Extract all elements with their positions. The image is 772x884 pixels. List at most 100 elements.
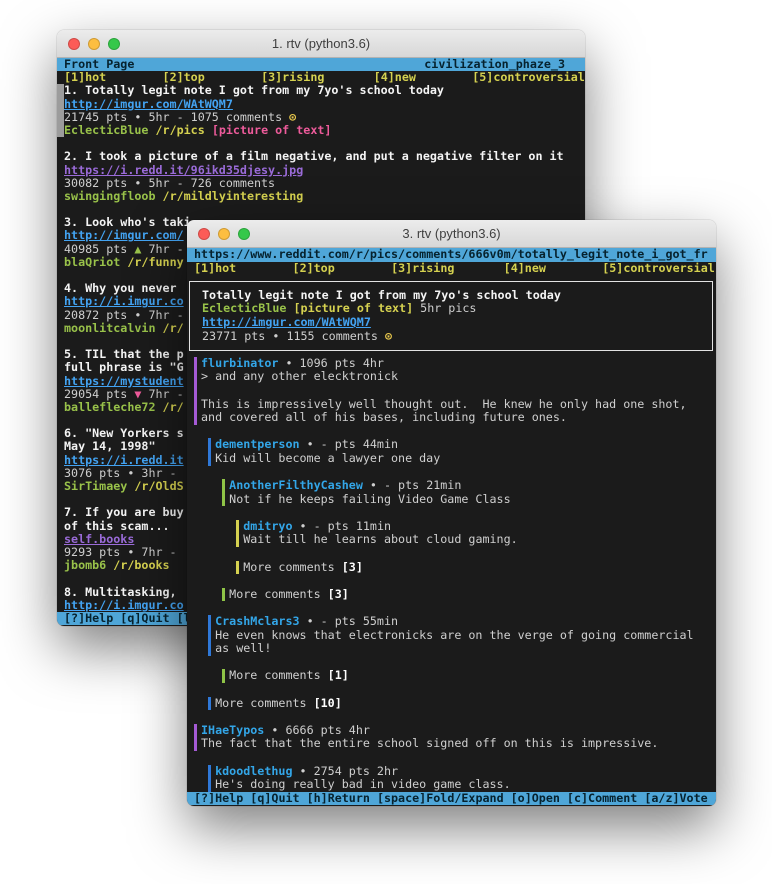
comment-text: He even knows that electronicks are on t…	[215, 629, 693, 643]
text	[194, 615, 208, 629]
titlebar[interactable]: 1. rtv (python3.6)	[57, 30, 585, 58]
post-subreddit[interactable]: /r/	[163, 401, 184, 414]
submission-stats: 23771 pts • 1155 comments ⊙	[187, 330, 716, 344]
post-stats: 30082 pts • 5hr - 726 comments	[64, 177, 275, 190]
comment-stats: • 1096 pts 4hr	[278, 357, 384, 371]
post-link-visited[interactable]: https://i.redd.it/96ikd35djesy.jpg	[64, 164, 303, 177]
more-comments-link[interactable]: More comments	[243, 561, 342, 575]
status-help-hints: [?]Help [q]Quit [l	[64, 612, 191, 625]
terminal-line	[187, 601, 716, 615]
tab-hot[interactable]: [1]hot	[194, 262, 236, 276]
post-link[interactable]: http://i.imgur.co	[64, 295, 184, 308]
text	[155, 401, 162, 414]
comment-depth-bar	[194, 737, 201, 751]
text	[194, 533, 236, 547]
post-subreddit[interactable]: /r/books	[113, 559, 169, 572]
tab-controversial[interactable]: [5]controversial	[472, 71, 585, 84]
post-subreddit[interactable]: /r/funny	[127, 256, 183, 269]
comment-dementperson: dementperson • - pts 44min	[187, 438, 716, 452]
post-link[interactable]: https://mystudent	[64, 375, 184, 388]
comment-author[interactable]: kdoodlethug	[215, 765, 292, 779]
zoom-button[interactable]	[238, 228, 250, 240]
post-author[interactable]: EclecticBlue	[202, 302, 286, 316]
post-author[interactable]: moonlitcalvin	[64, 322, 155, 335]
comment-ihaetypos: IHaeTypos • 6666 pts 4hr	[187, 724, 716, 738]
post-link[interactable]: http://i.imgur.co	[64, 599, 184, 612]
comment-depth-bar	[194, 370, 201, 384]
comment-depth-bar	[222, 479, 229, 493]
post-1-title: 1. Totally legit note I got from my 7yo'…	[57, 84, 585, 97]
post-subreddit[interactable]: /r/pics	[156, 124, 205, 137]
text	[194, 561, 236, 575]
comment-stats: • 2754 pts 2hr	[292, 765, 398, 779]
post-subreddit[interactable]: /r/mildlyinteresting	[163, 190, 304, 203]
terminal-line	[187, 384, 716, 398]
more-comments-link[interactable]: More comments	[229, 669, 328, 683]
comment-stats: • - pts 11min	[293, 520, 392, 534]
post-author[interactable]: SirTimaey	[64, 480, 127, 493]
comment-depth-bar	[194, 357, 201, 371]
post-author[interactable]: swingingfloob	[64, 190, 155, 203]
text	[194, 438, 208, 452]
post-title: Totally legit note I got from my 7yo's s…	[202, 289, 561, 303]
more-comments-link[interactable]: More comments	[229, 588, 328, 602]
comment-depth-bar	[194, 384, 201, 398]
minimize-button[interactable]	[218, 228, 230, 240]
comment-stats: • 6666 pts 4hr	[264, 724, 370, 738]
status-bar: [?]Help [q]Quit [h]Return [space]Fold/Ex…	[187, 792, 716, 806]
comment-body: Kid will become a lawyer one day	[187, 452, 716, 466]
upvote-arrow-icon: ▲	[134, 243, 141, 256]
zoom-button[interactable]	[108, 38, 120, 50]
post-author[interactable]: jbomb6	[64, 559, 106, 572]
comment-anotherfilthycashew: AnotherFilthyCashew • - pts 21min	[187, 479, 716, 493]
text	[205, 124, 212, 137]
text	[194, 452, 208, 466]
text	[335, 262, 391, 276]
post-2-stats: 30082 pts • 5hr - 726 comments	[57, 177, 585, 190]
comment-author[interactable]: CrashMclars3	[215, 615, 299, 629]
tab-controversial[interactable]: [5]controversial	[602, 262, 715, 276]
post-link[interactable]: https://i.redd.it	[64, 454, 184, 467]
tab-top[interactable]: [2]top	[293, 262, 335, 276]
text	[546, 262, 602, 276]
more-comments-count: [3]	[328, 588, 349, 602]
text	[454, 262, 503, 276]
post-subreddit[interactable]: /r/	[163, 322, 184, 335]
post-author[interactable]: blaQriot	[64, 256, 120, 269]
tab-rising[interactable]: [3]rising	[391, 262, 454, 276]
post-link[interactable]: http://imgur.com/WAtWQM7	[202, 316, 371, 330]
post-title: May 14, 1998"	[64, 440, 155, 453]
comment-depth-bar	[194, 398, 201, 412]
text	[194, 479, 222, 493]
post-author[interactable]: ballefleche72	[64, 401, 155, 414]
titlebar[interactable]: 3. rtv (python3.6)	[187, 220, 716, 248]
more-comments-link[interactable]: More comments	[215, 697, 314, 711]
post-link-visited[interactable]: self.books	[64, 533, 134, 546]
terminal-line	[187, 574, 716, 588]
comment-author[interactable]: flurbinator	[201, 357, 278, 371]
comment-author[interactable]: dmitryo	[243, 520, 292, 534]
close-button[interactable]	[68, 38, 80, 50]
post-link[interactable]: http://imgur.com/	[64, 229, 184, 242]
terminal-line	[187, 466, 716, 480]
comment-body: This is impressively well thought out. H…	[187, 398, 716, 412]
comment-body: Wait till he learns about cloud gaming.	[187, 533, 716, 547]
downvote-arrow-icon: ▼	[134, 388, 141, 401]
text	[127, 480, 134, 493]
minimize-button[interactable]	[88, 38, 100, 50]
comment-author[interactable]: dementperson	[215, 438, 299, 452]
post-subreddit[interactable]: /r/OldS	[134, 480, 183, 493]
post-link[interactable]: http://imgur.com/WAtWQM7	[64, 98, 233, 111]
post-stats: 23771 pts • 1155 comments	[202, 330, 385, 344]
close-button[interactable]	[198, 228, 210, 240]
post-author[interactable]: EclecticBlue	[64, 124, 148, 137]
post-flair: [picture of text]	[294, 302, 414, 316]
comment-body: Not if he keeps failing Video Game Class	[187, 493, 716, 507]
comment-crashmclars3: CrashMclars3 • - pts 55min	[187, 615, 716, 629]
post-2-link: https://i.redd.it/96ikd35djesy.jpg	[57, 164, 585, 177]
tab-new[interactable]: [4]new	[504, 262, 546, 276]
comment-author[interactable]: IHaeTypos	[201, 724, 264, 738]
comment-author[interactable]: AnotherFilthyCashew	[229, 479, 363, 493]
submission-meta: EclecticBlue [picture of text] 5hr pics	[187, 302, 716, 316]
terminal-line	[187, 506, 716, 520]
